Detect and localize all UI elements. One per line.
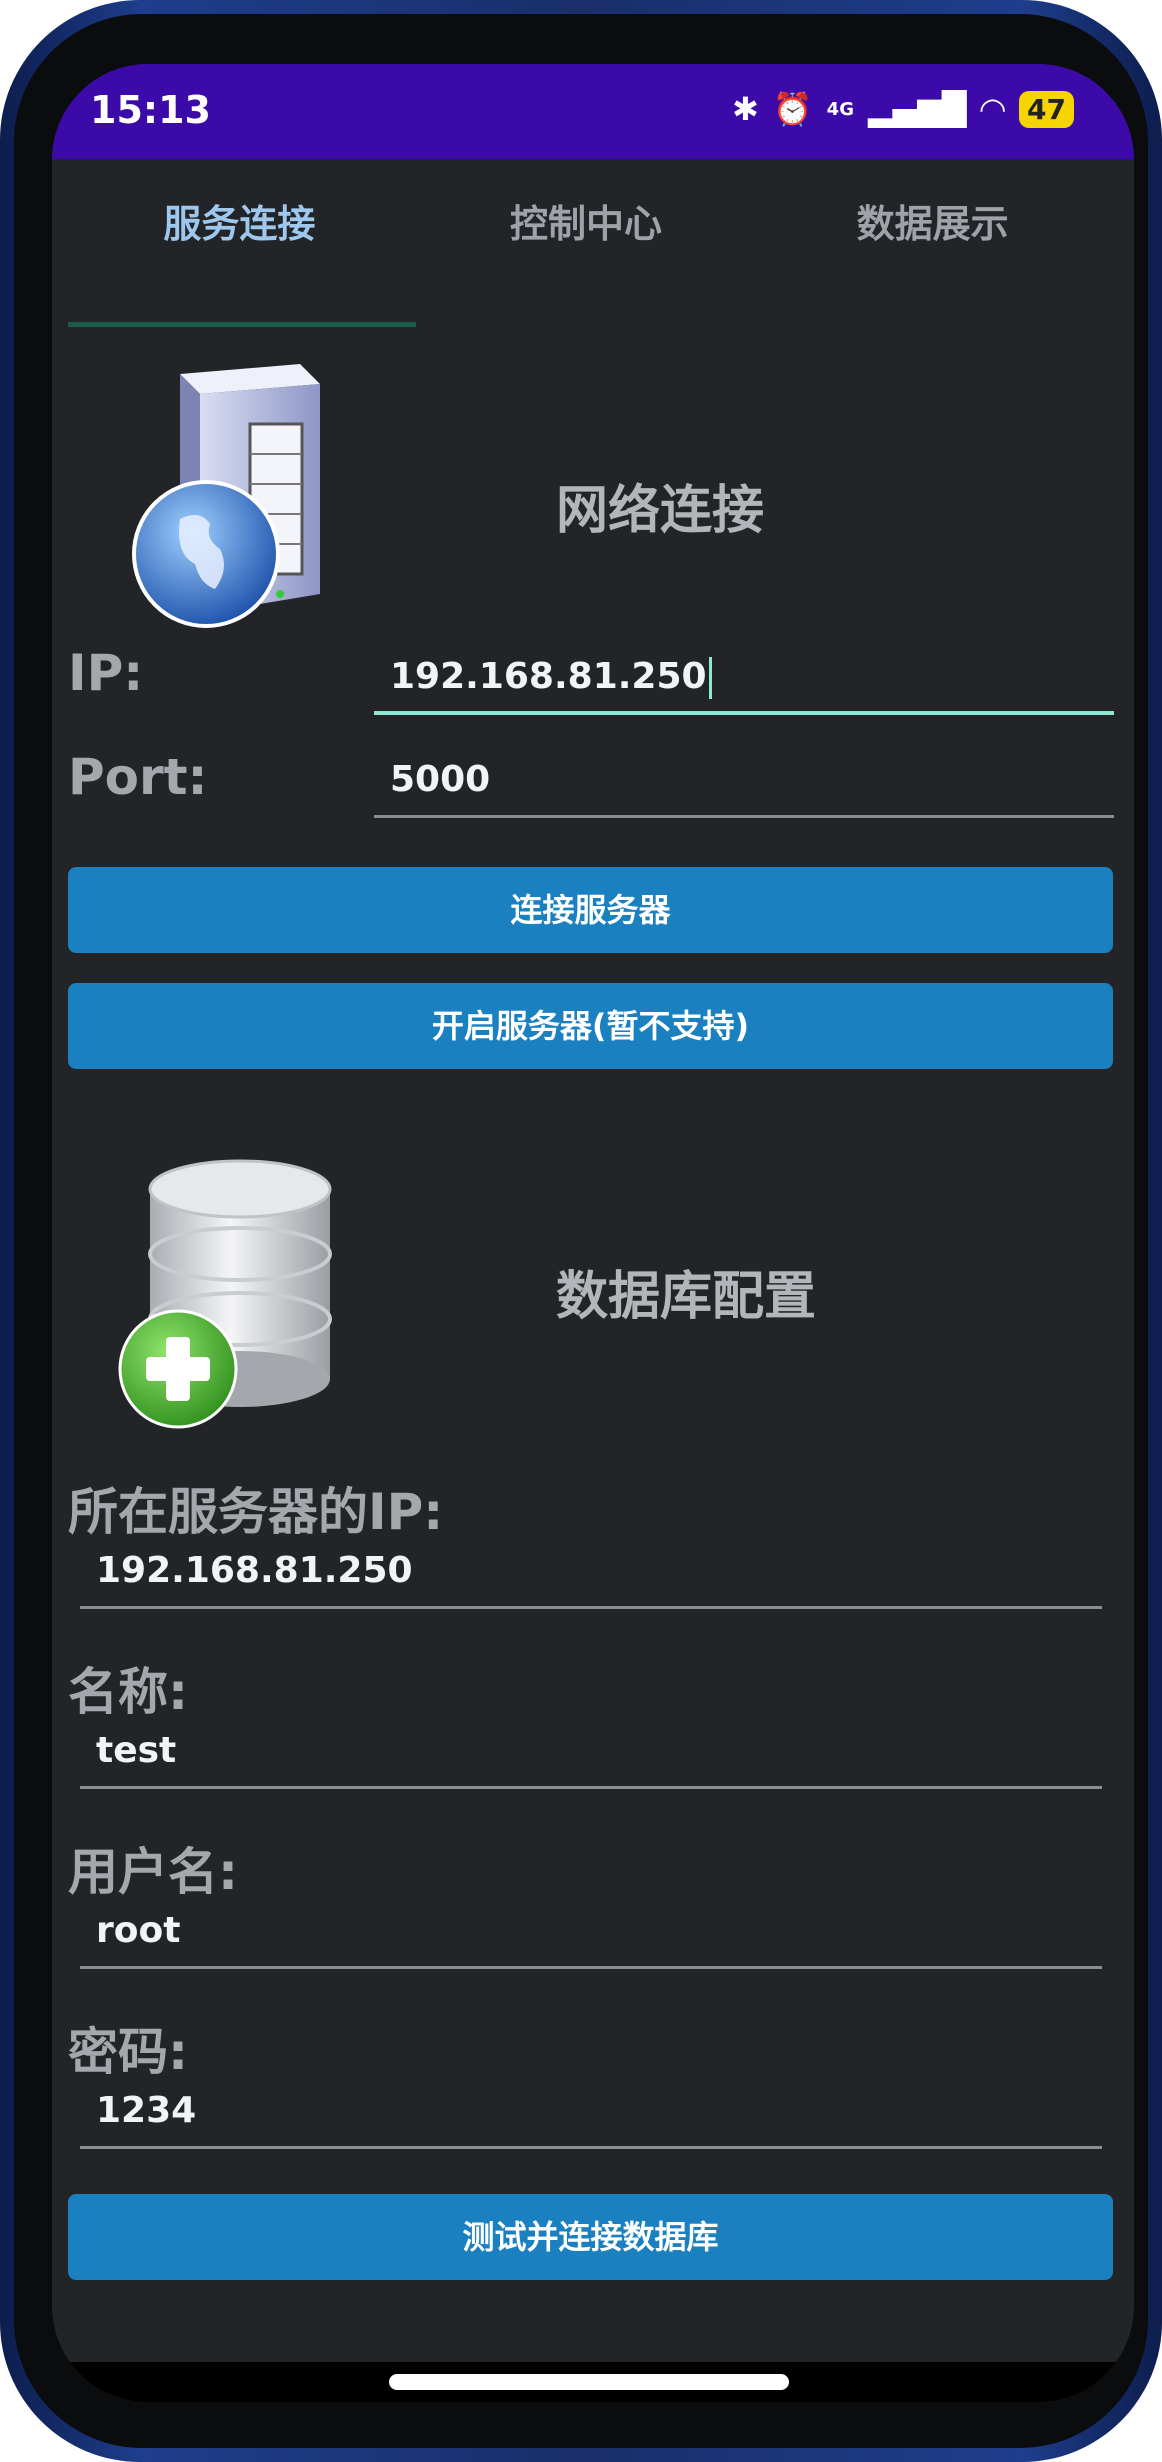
- connect-server-button[interactable]: 连接服务器: [68, 867, 1113, 953]
- tab-bar: 服务连接 控制中心 数据展示: [66, 174, 1106, 274]
- home-indicator[interactable]: [389, 2374, 789, 2390]
- status-bar: 15:13 ✱ ⏰ 4G ▂▄▆█ ◠ 47: [52, 64, 1134, 159]
- username-label: 用户名:: [68, 1843, 238, 1901]
- status-icons: ✱ ⏰ 4G ▂▄▆█ ◠ 47: [732, 90, 1074, 128]
- battery-indicator: 47: [1019, 90, 1074, 128]
- port-input[interactable]: 5000: [374, 748, 1114, 818]
- port-label: Port:: [68, 748, 208, 806]
- database-add-icon: [118, 1159, 332, 1429]
- signal-icon: ▂▄▆█: [867, 90, 967, 128]
- ip-input[interactable]: 192.168.81.250: [374, 645, 1114, 715]
- start-server-button[interactable]: 开启服务器(暂不支持): [68, 983, 1113, 1069]
- network-type: 4G: [826, 98, 854, 120]
- db-server-ip-input[interactable]: 192.168.81.250: [80, 1539, 1102, 1609]
- database-section-title: 数据库配置: [556, 1267, 817, 1327]
- db-name-input[interactable]: test: [80, 1719, 1102, 1789]
- alarm-icon: ⏰: [772, 90, 813, 128]
- phone-frame: 15:13 ✱ ⏰ 4G ▂▄▆█ ◠ 47 服务连接 控制中心 数据展示 网络…: [0, 0, 1162, 2462]
- test-connect-database-button[interactable]: 测试并连接数据库: [68, 2194, 1113, 2280]
- phone-bezel: 15:13 ✱ ⏰ 4G ▂▄▆█ ◠ 47 服务连接 控制中心 数据展示 网络…: [14, 14, 1148, 2448]
- text-cursor: [708, 657, 712, 699]
- app-screen: 15:13 ✱ ⏰ 4G ▂▄▆█ ◠ 47 服务连接 控制中心 数据展示 网络…: [52, 64, 1134, 2402]
- db-name-label: 名称:: [68, 1663, 188, 1721]
- tab-data-display[interactable]: 数据展示: [759, 174, 1106, 274]
- bluetooth-icon: ✱: [732, 90, 759, 128]
- password-label: 密码:: [68, 2023, 188, 2081]
- tab-indicator: [68, 322, 416, 327]
- status-time: 15:13: [90, 88, 211, 132]
- ip-label: IP:: [68, 644, 144, 702]
- tab-service-connection[interactable]: 服务连接: [66, 174, 413, 274]
- server-globe-icon: [132, 364, 320, 628]
- wifi-icon: ◠: [980, 90, 1006, 128]
- tab-control-center[interactable]: 控制中心: [413, 174, 760, 274]
- username-input[interactable]: root: [80, 1899, 1102, 1969]
- ip-input-value: 192.168.81.250: [390, 656, 707, 697]
- network-section-title: 网络连接: [556, 481, 765, 541]
- server-ip-label: 所在服务器的IP:: [68, 1483, 444, 1541]
- password-input[interactable]: 1234: [80, 2079, 1102, 2149]
